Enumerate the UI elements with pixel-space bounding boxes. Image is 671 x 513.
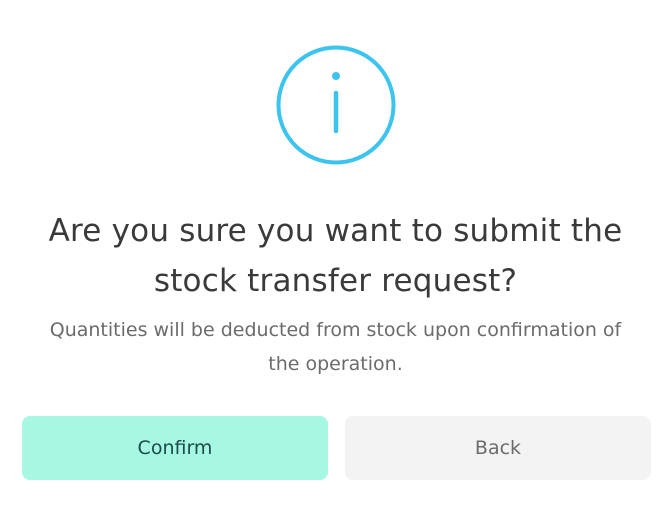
dialog-title: Are you sure you want to submit the stoc…: [48, 213, 623, 299]
confirm-button[interactable]: Confirm: [22, 416, 328, 480]
confirmation-dialog: Are you sure you want to submit the stoc…: [0, 0, 671, 513]
dialog-message: Quantities will be deducted from stock u…: [49, 319, 622, 375]
info-icon: [276, 45, 396, 165]
back-button[interactable]: Back: [345, 416, 651, 480]
